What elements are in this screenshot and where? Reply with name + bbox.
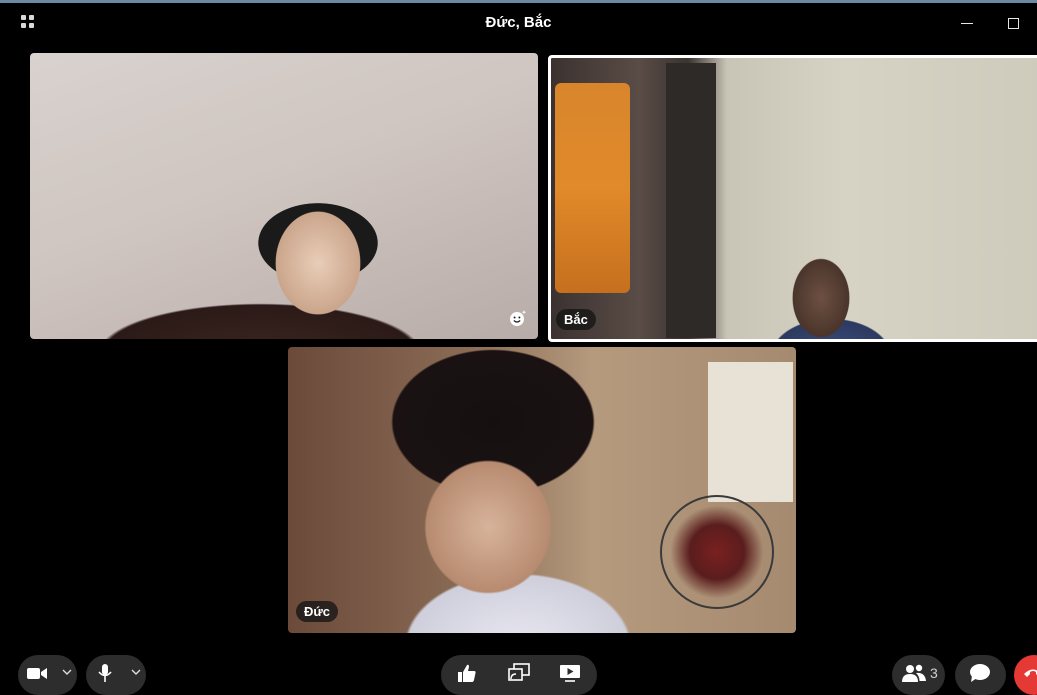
- smiley-sparkle-icon[interactable]: [509, 309, 527, 327]
- thumbs-up-icon[interactable]: [457, 663, 477, 683]
- call-title: Đức, Bắc: [485, 14, 552, 31]
- share-screen-icon[interactable]: [508, 663, 530, 683]
- minimize-button[interactable]: [961, 23, 973, 24]
- video-tile-duc[interactable]: Đức: [288, 347, 796, 633]
- background-window: [708, 362, 793, 502]
- video-toggle-button[interactable]: [18, 655, 77, 695]
- chevron-down-icon[interactable]: [131, 668, 141, 676]
- participant-name-tag: Bắc: [556, 309, 596, 330]
- mic-toggle-button[interactable]: [86, 655, 146, 695]
- title-bar: Đức, Bắc: [0, 0, 1037, 46]
- people-icon: [902, 664, 926, 682]
- background-jacket: [555, 83, 630, 293]
- window-top-edge: [0, 0, 1037, 3]
- chat-button[interactable]: [955, 655, 1006, 695]
- participants-button[interactable]: 3: [892, 655, 945, 695]
- share-controls-group: [441, 655, 597, 695]
- background-door: [666, 63, 716, 338]
- video-tile-bac[interactable]: Bắc: [548, 55, 1037, 342]
- video-camera-icon: [27, 668, 47, 679]
- video-tile-self[interactable]: [30, 53, 538, 339]
- end-call-icon: [1024, 669, 1037, 677]
- chat-bubble-icon: [970, 664, 990, 682]
- background-fan: [660, 495, 774, 609]
- participant-name-tag: Đức: [296, 601, 339, 622]
- chevron-down-icon[interactable]: [62, 668, 72, 676]
- maximize-button[interactable]: [1008, 18, 1019, 29]
- participant-count: 3: [930, 665, 938, 681]
- play-screen-icon[interactable]: [559, 663, 581, 683]
- microphone-icon: [98, 664, 112, 682]
- end-call-button[interactable]: [1014, 655, 1037, 695]
